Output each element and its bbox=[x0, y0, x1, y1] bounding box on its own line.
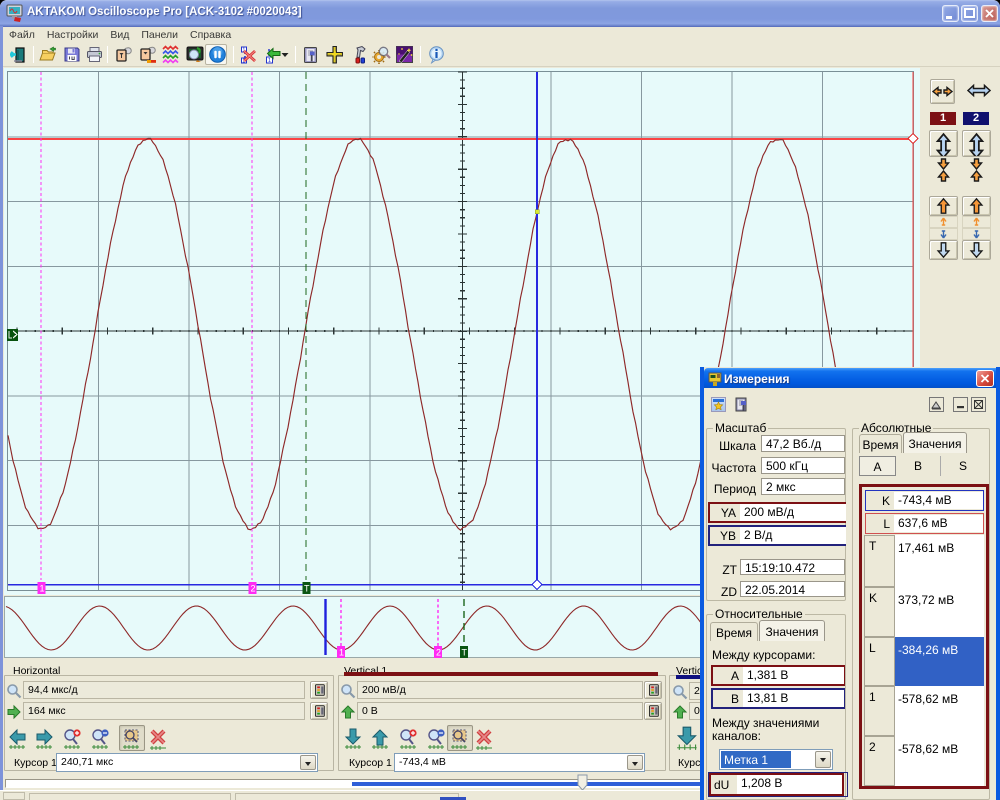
svg-text:1: 1 bbox=[268, 58, 271, 64]
svg-text:2: 2 bbox=[436, 648, 441, 658]
svg-text:1: 1 bbox=[40, 584, 45, 594]
svg-text:1: 1 bbox=[339, 648, 344, 658]
svg-text:T: T bbox=[462, 648, 468, 658]
svg-text:T: T bbox=[304, 584, 310, 594]
svg-text:2: 2 bbox=[251, 584, 256, 594]
